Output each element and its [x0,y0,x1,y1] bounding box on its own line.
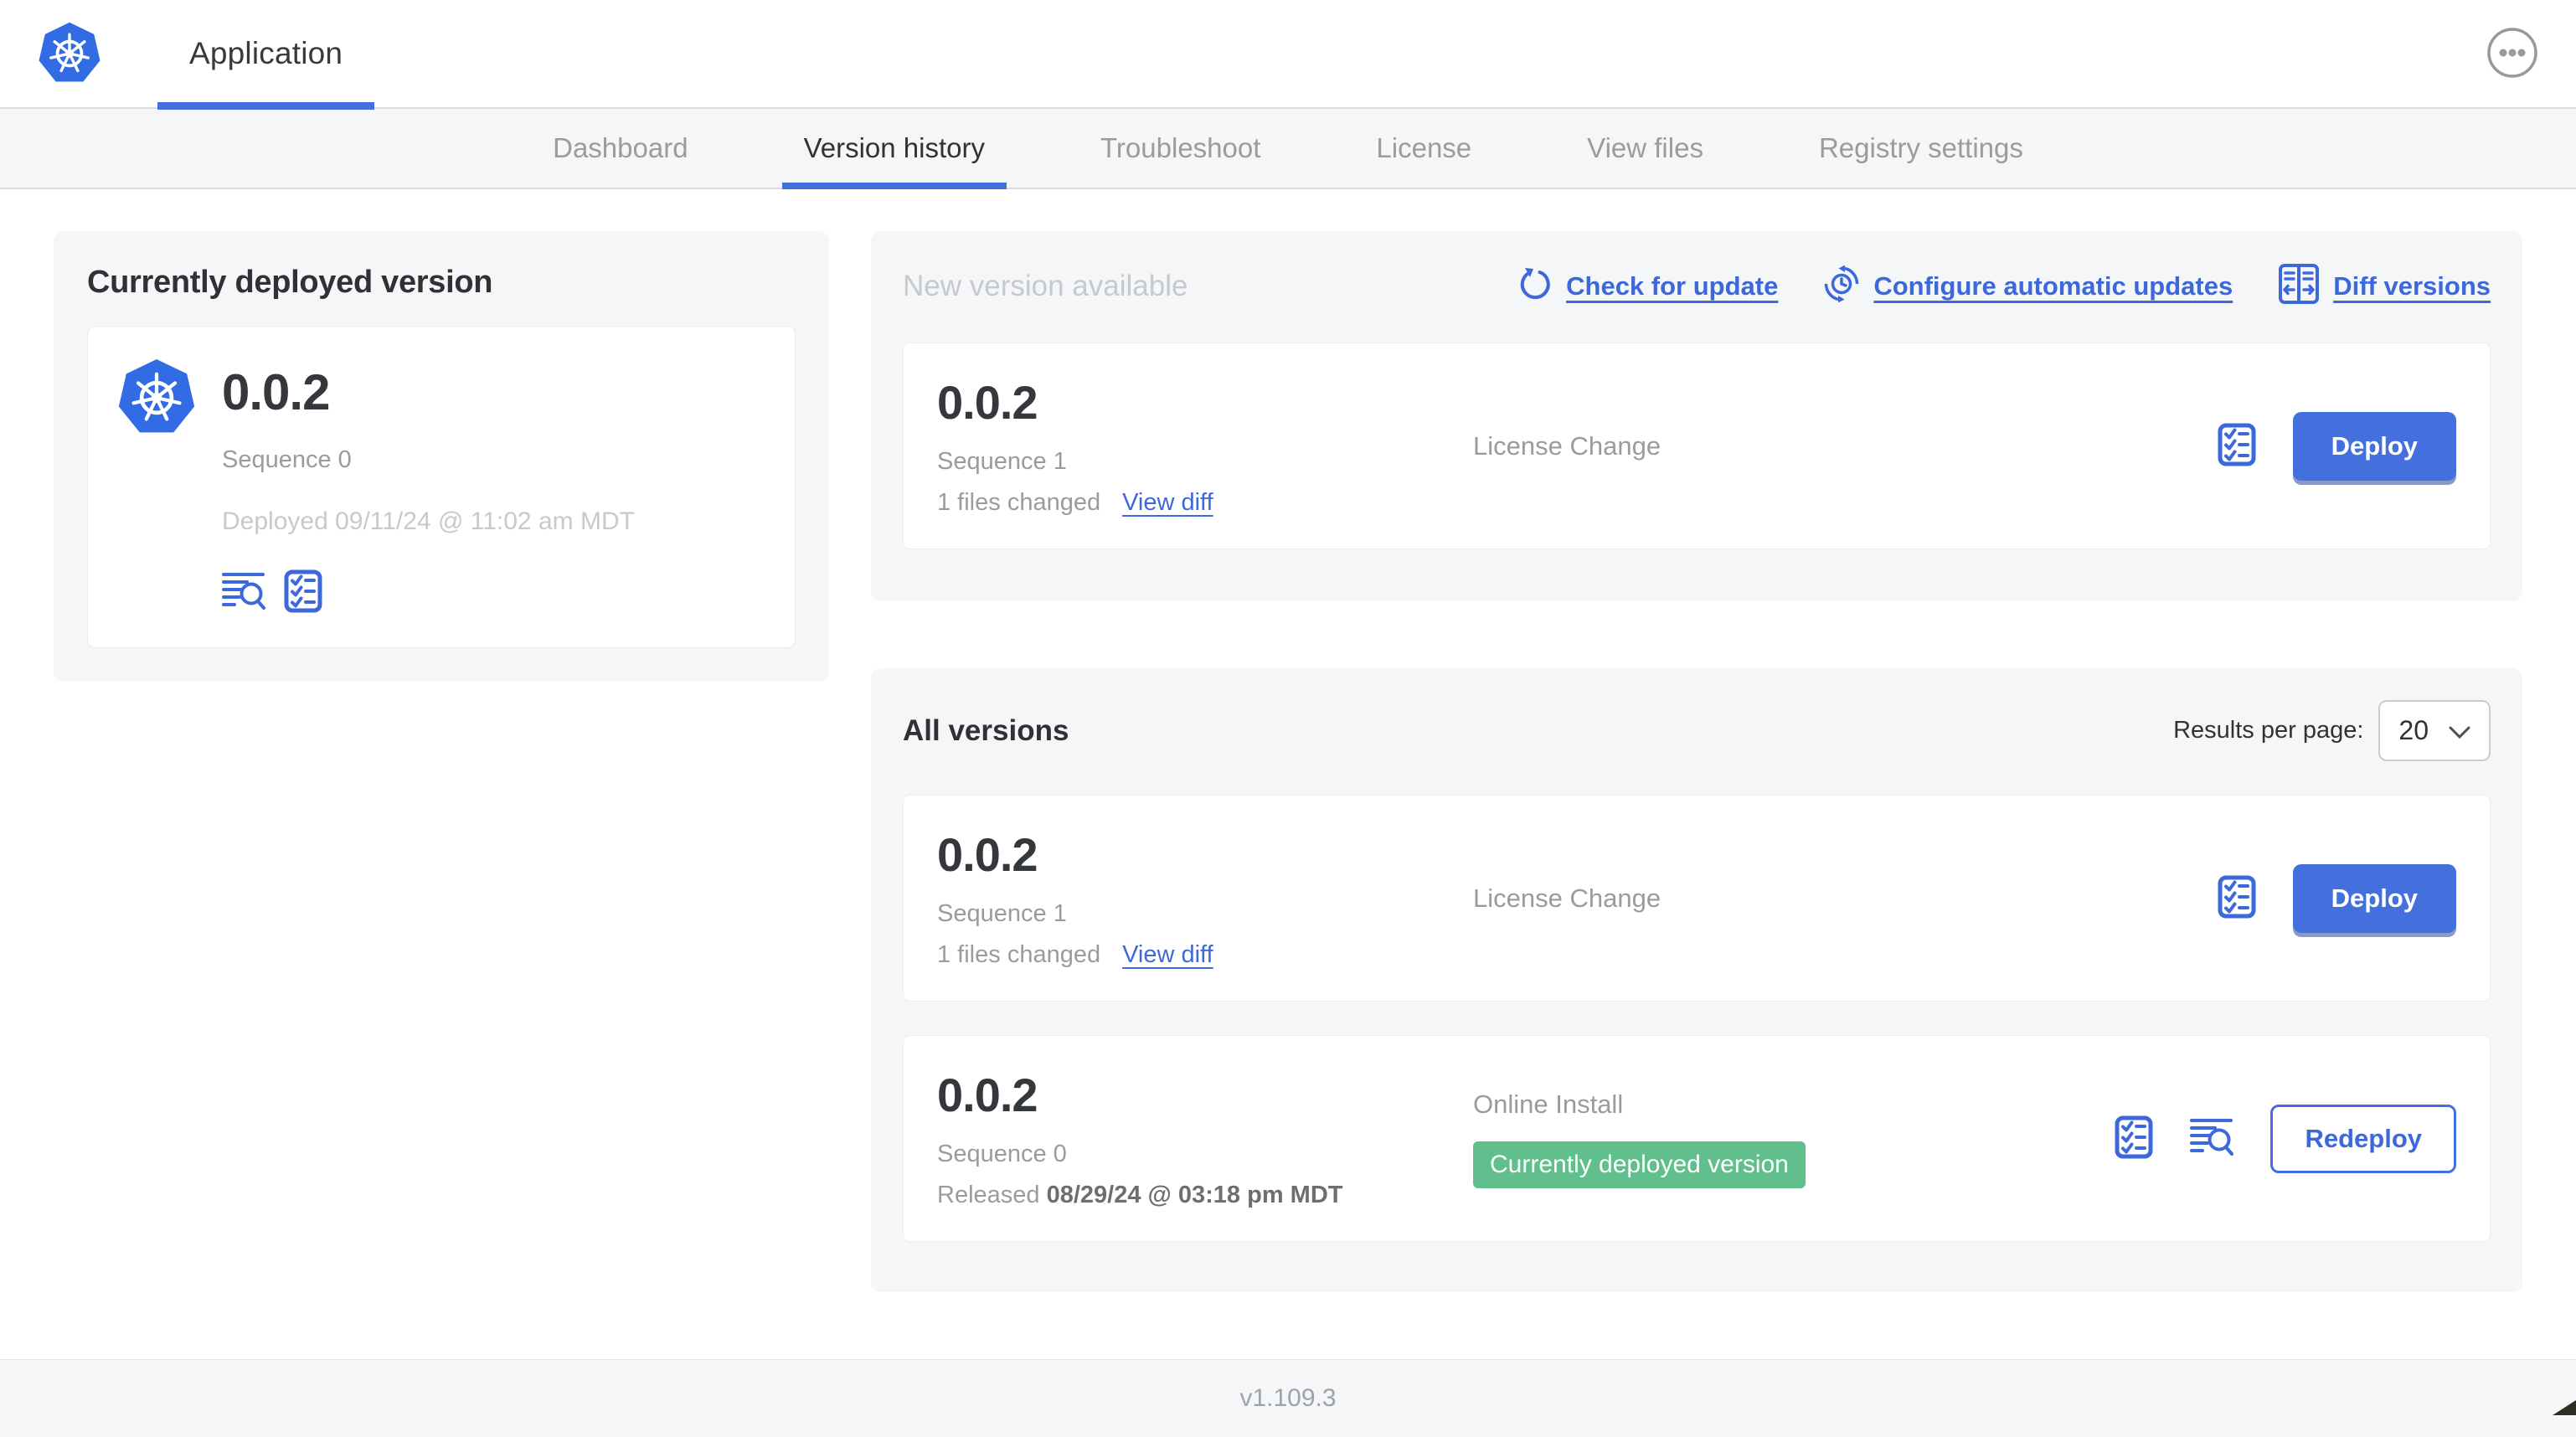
deployed-version-number: 0.0.2 [222,364,330,420]
app-title: Application [189,36,343,70]
check-for-update-link[interactable]: Check for update [1517,266,1778,306]
admin-console-version: v1.109.3 [1239,1384,1337,1412]
version-row-sequence-0: 0.0.2 Sequence 0 Released 08/29/24 @ 03:… [903,1035,2491,1242]
checklist-icon [2115,1115,2153,1161]
all-versions-title: All versions [903,713,1069,747]
diff-icon [2278,263,2320,309]
tab-registry-settings[interactable]: Registry settings [1797,109,2045,188]
new-version-row: 0.0.2 Sequence 1 1 files changed View di… [903,343,2491,549]
preflight-checks-button[interactable] [284,569,322,615]
version-source: License Change [1473,883,1662,913]
tab-version-history[interactable]: Version history [781,109,1007,189]
deployed-version-panel: 0.0.2 Sequence 0 Deployed 09/11/24 @ 11:… [87,326,796,648]
version-number: 0.0.2 [937,376,1038,429]
app-footer: v1.109.3 [0,1359,2576,1437]
version-sequence: Sequence 1 [937,900,1067,927]
view-logs-button[interactable] [222,571,265,614]
view-logs-button[interactable] [2190,1117,2234,1160]
checklist-icon [284,569,322,615]
files-changed-text: 1 files changed [937,941,1101,968]
results-per-page-select[interactable]: 20 [2378,700,2491,761]
currently-deployed-badge: Currently deployed version [1473,1141,1806,1188]
view-diff-link[interactable]: View diff [1122,941,1213,969]
tab-view-files[interactable]: View files [1565,109,1725,188]
deploy-button[interactable]: Deploy [2292,411,2456,481]
right-column: New version available Check for update C… [871,231,2522,1292]
deploy-button[interactable]: Deploy [2292,863,2456,933]
version-row-sequence-1: 0.0.2 Sequence 1 1 files changed View di… [903,795,2491,1002]
version-source: License Change [1473,430,1662,461]
new-version-card: New version available Check for update C… [871,231,2522,601]
logs-icon [222,571,265,614]
version-sequence: Sequence 0 [937,1141,1067,1167]
app-header: Application [0,0,2576,110]
kubernetes-app-icon [116,358,197,615]
cursor-artifact [2553,1400,2576,1415]
configure-automatic-updates-link[interactable]: Configure automatic updates [1823,265,2233,306]
scheduled-update-icon [1823,265,1860,306]
checklist-icon [2218,875,2256,921]
left-column: Currently deployed version 0.0.2 Sequenc… [54,231,829,682]
version-sequence: Sequence 1 [937,448,1067,475]
logs-icon [2190,1117,2234,1160]
chevron-down-icon [2449,715,2470,746]
released-timestamp: Released 08/29/24 @ 03:18 pm MDT [937,1182,1343,1208]
app-title-tab[interactable]: Application [157,0,375,110]
kubernetes-logo-icon [37,22,102,85]
tab-license[interactable]: License [1354,109,1493,188]
preflight-checks-button[interactable] [2218,875,2256,921]
currently-deployed-card: Currently deployed version 0.0.2 Sequenc… [54,231,829,682]
deployed-timestamp: Deployed 09/11/24 @ 11:02 am MDT [222,507,635,535]
checklist-icon [2218,423,2256,469]
kots-admin-page: Application Dashboard Version history Tr… [0,0,2576,1437]
version-number: 0.0.2 [937,828,1038,881]
overflow-menu-button[interactable] [2486,27,2539,80]
new-version-title: New version available [903,269,1188,302]
preflight-checks-button[interactable] [2218,423,2256,469]
deployed-sequence: Sequence 0 [222,446,352,473]
ellipsis-icon [2486,26,2539,82]
tab-dashboard[interactable]: Dashboard [531,109,709,188]
results-per-page-value: 20 [2398,715,2429,745]
all-versions-card: All versions Results per page: 20 0.0.2 … [871,668,2522,1292]
redeploy-button[interactable]: Redeploy [2270,1104,2456,1173]
files-changed-text: 1 files changed [937,489,1101,516]
version-source: Online Install [1473,1089,1624,1119]
main-content: Currently deployed version 0.0.2 Sequenc… [0,189,2576,1359]
app-subnav: Dashboard Version history Troubleshoot L… [0,109,2576,189]
version-number: 0.0.2 [937,1069,1038,1121]
tab-troubleshoot[interactable]: Troubleshoot [1079,109,1282,188]
refresh-icon [1517,266,1553,306]
view-diff-link[interactable]: View diff [1122,489,1213,517]
preflight-checks-button[interactable] [2115,1115,2153,1161]
currently-deployed-title: Currently deployed version [87,265,493,300]
diff-versions-link[interactable]: Diff versions [2278,263,2491,309]
results-per-page-label: Results per page: [2173,717,2364,744]
